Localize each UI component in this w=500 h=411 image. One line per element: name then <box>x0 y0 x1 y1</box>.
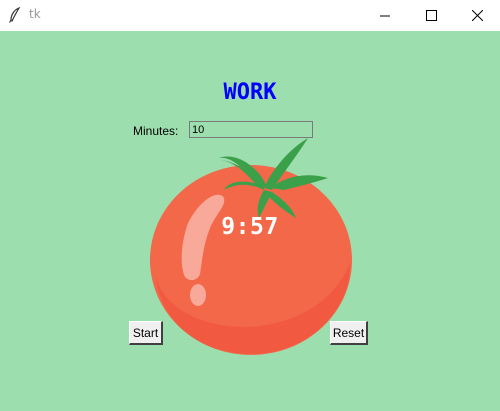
reset-button[interactable]: Reset <box>330 321 368 345</box>
timer-display: 9:57 <box>221 214 279 240</box>
maximize-icon <box>425 10 437 21</box>
minimize-icon <box>380 15 390 16</box>
maximize-button[interactable] <box>408 0 454 31</box>
close-button[interactable] <box>454 0 500 31</box>
minimize-button[interactable] <box>362 0 408 31</box>
minutes-label: Minutes: <box>133 124 179 138</box>
tomato-image <box>150 138 352 355</box>
close-icon <box>471 10 483 21</box>
mode-title: WORK <box>223 80 277 105</box>
window-title: tk <box>29 7 41 21</box>
start-button[interactable]: Start <box>129 321 163 345</box>
feather-icon <box>8 7 21 23</box>
minutes-input[interactable] <box>189 121 313 138</box>
title-bar[interactable]: tk <box>0 0 500 31</box>
